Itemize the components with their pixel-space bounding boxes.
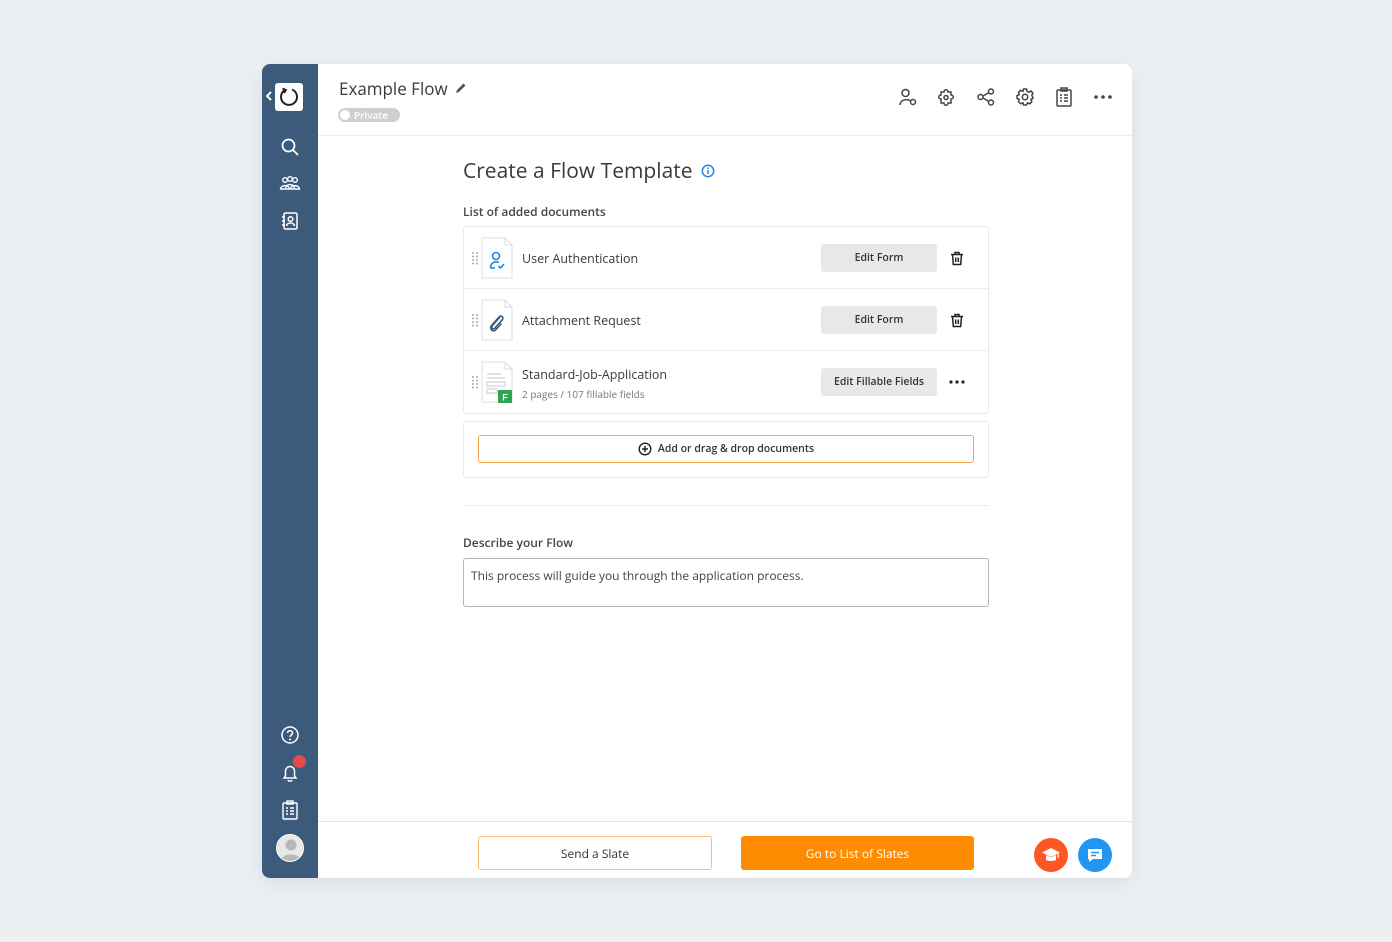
visibility-label: Private xyxy=(354,108,389,122)
drag-handle-icon[interactable] xyxy=(471,375,479,389)
drag-handle-icon[interactable] xyxy=(471,313,479,327)
paperclip-icon xyxy=(481,299,513,341)
logo-area xyxy=(262,82,318,112)
learning-button[interactable] xyxy=(1034,838,1068,872)
edit-fillable-fields-button[interactable]: Edit Fillable Fields xyxy=(821,368,937,396)
document-name: Standard-Job-Application xyxy=(522,366,668,383)
document-list: User Authentication Edit Form Attachment… xyxy=(463,226,989,414)
main-area: Example Flow Private Create a Flow Templ… xyxy=(318,64,1132,878)
section-divider xyxy=(463,505,989,506)
integrations-button[interactable] xyxy=(936,86,958,108)
page-title-text: Create a Flow Template xyxy=(463,157,693,185)
app-logo[interactable] xyxy=(275,83,303,111)
header-toolbar xyxy=(897,86,1114,108)
groups-icon xyxy=(279,176,301,190)
sidebar xyxy=(262,64,318,878)
sidebar-groups[interactable] xyxy=(262,173,318,195)
plus-circle-icon xyxy=(638,442,652,456)
trash-icon xyxy=(951,313,963,327)
pencil-icon[interactable] xyxy=(454,82,467,95)
edit-form-button[interactable]: Edit Form xyxy=(821,244,937,272)
share-button[interactable] xyxy=(975,86,997,108)
document-name: Attachment Request xyxy=(522,312,641,329)
trash-icon xyxy=(951,251,963,265)
document-row: F Standard-Job-Application 2 pages / 107… xyxy=(464,351,988,413)
sidebar-help[interactable] xyxy=(262,724,318,746)
more-icon xyxy=(949,380,965,384)
document-name: User Authentication xyxy=(522,250,639,267)
document-row: User Authentication Edit Form xyxy=(464,227,988,289)
add-documents-label: Add or drag & drop documents xyxy=(657,442,815,456)
clipboard-icon xyxy=(282,800,298,820)
add-documents-button[interactable]: Add or drag & drop documents xyxy=(478,435,974,463)
help-icon xyxy=(281,726,299,744)
page-title: Create a Flow Template xyxy=(463,157,989,185)
app-window: Example Flow Private Create a Flow Templ… xyxy=(262,64,1132,878)
puzzle-settings-icon xyxy=(938,89,954,106)
visibility-toggle[interactable]: Private xyxy=(338,108,400,122)
clipboard-button[interactable] xyxy=(1053,86,1075,108)
documents-label: List of added documents xyxy=(463,203,606,220)
user-settings-icon xyxy=(899,88,917,106)
sidebar-profile[interactable] xyxy=(262,833,318,863)
document-row: Attachment Request Edit Form xyxy=(464,289,988,351)
graduation-cap-icon xyxy=(1042,848,1060,861)
info-icon[interactable] xyxy=(701,164,715,178)
fillable-form-icon: F xyxy=(481,361,513,403)
header: Example Flow Private xyxy=(318,64,1132,136)
search-icon xyxy=(281,138,299,156)
footer: Send a Slate Go to List of Slates xyxy=(318,821,1132,878)
flow-template-form: Create a Flow Template List of added doc… xyxy=(463,136,989,612)
sidebar-clipboard[interactable] xyxy=(262,799,318,821)
refresh-logo-icon xyxy=(280,87,298,106)
go-to-slates-button[interactable]: Go to List of Slates xyxy=(741,836,974,870)
delete-document-button[interactable] xyxy=(946,247,968,269)
chevron-left-icon[interactable] xyxy=(264,88,274,104)
flow-title: Example Flow xyxy=(339,77,467,100)
user-check-icon xyxy=(481,237,513,279)
chat-button[interactable] xyxy=(1078,838,1112,872)
description-textarea[interactable]: This process will guide you through the … xyxy=(463,558,989,607)
clipboard-icon xyxy=(1056,87,1072,107)
description-label: Describe your Flow xyxy=(463,534,574,551)
document-more-button[interactable] xyxy=(946,371,968,393)
notification-dot xyxy=(293,755,306,768)
sidebar-notifications[interactable] xyxy=(262,755,318,784)
more-options-button[interactable] xyxy=(1092,86,1114,108)
toggle-knob xyxy=(340,110,350,120)
fillable-badge: F xyxy=(502,393,508,403)
add-documents-area: Add or drag & drop documents xyxy=(463,421,989,478)
flow-title-text: Example Flow xyxy=(339,77,448,100)
send-slate-button[interactable]: Send a Slate xyxy=(478,836,712,870)
avatar xyxy=(276,834,304,862)
settings-button[interactable] xyxy=(1014,86,1036,108)
share-icon xyxy=(977,88,995,106)
document-details: 2 pages / 107 fillable fields xyxy=(522,387,645,401)
sidebar-contacts[interactable] xyxy=(262,210,318,232)
chat-icon xyxy=(1088,849,1102,862)
sidebar-search[interactable] xyxy=(262,136,318,158)
gear-icon xyxy=(1016,88,1034,106)
contacts-icon xyxy=(282,212,298,230)
user-settings-button[interactable] xyxy=(897,86,919,108)
more-icon xyxy=(1094,95,1112,99)
drag-handle-icon[interactable] xyxy=(471,251,479,265)
edit-form-button[interactable]: Edit Form xyxy=(821,306,937,334)
delete-document-button[interactable] xyxy=(946,309,968,331)
